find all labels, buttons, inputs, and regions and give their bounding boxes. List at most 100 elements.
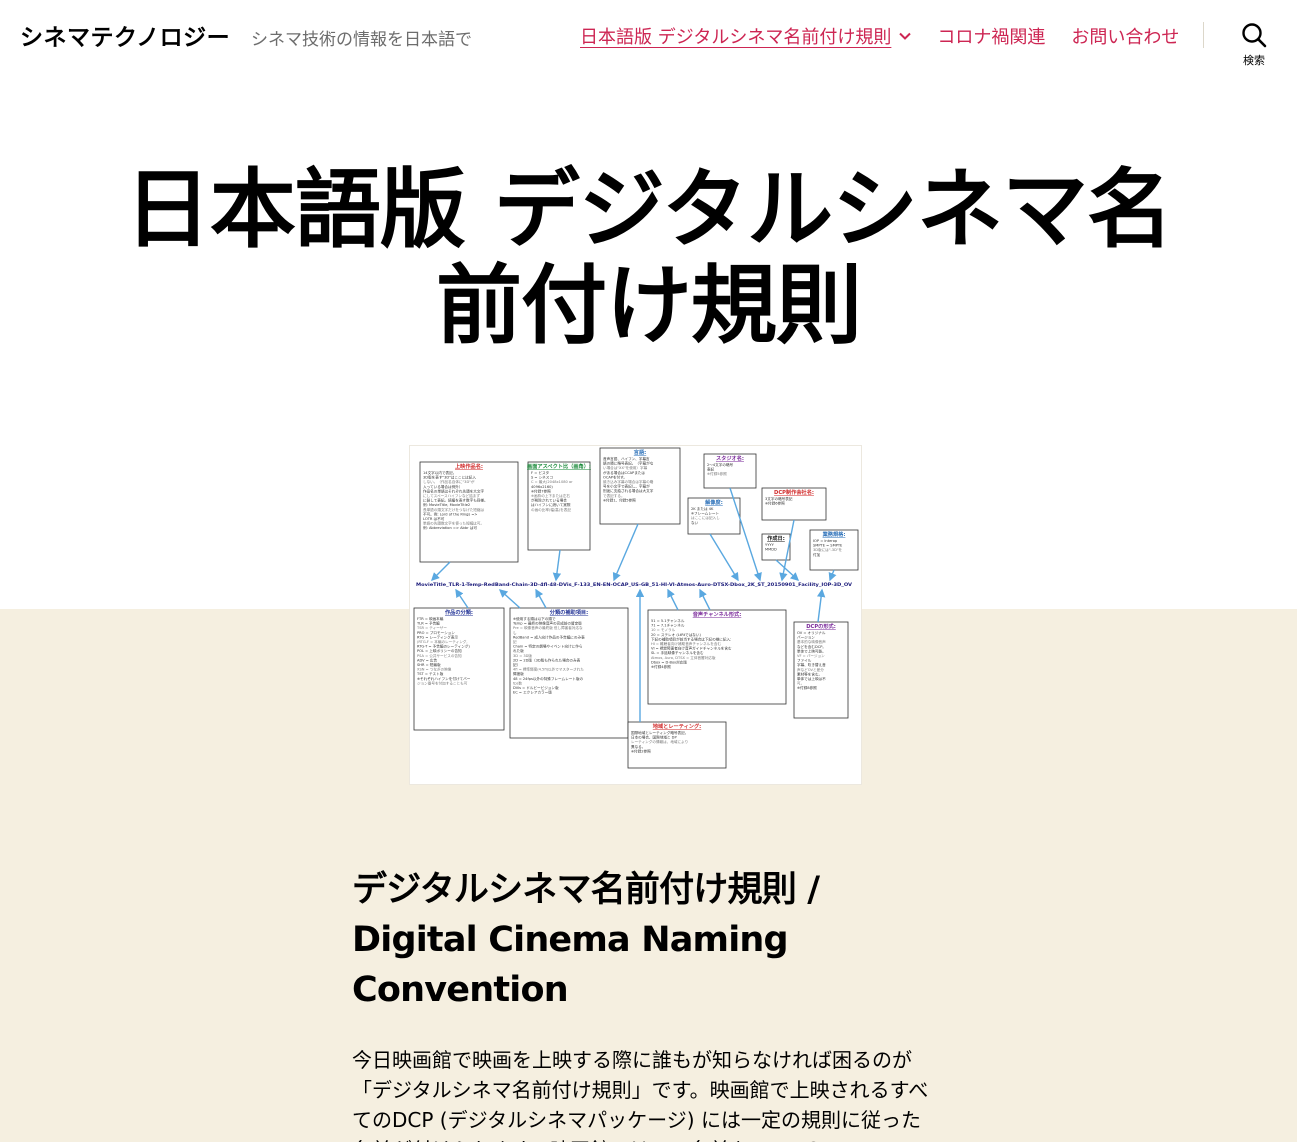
site-title-link[interactable]: シネマテクノロジー	[20, 18, 230, 52]
top-box-0-line: 14文字以内で表記。	[423, 470, 456, 475]
top-box-0-title: 上映作品名:	[455, 462, 483, 470]
top-box-0-line: しない。（作品名自体に"3D"が	[423, 479, 475, 484]
bottom-box-3-line: 単体で上映可能。	[797, 648, 826, 653]
bottom-box-3-line: 素材等を含む。	[797, 671, 822, 676]
top-box-1-line: ※付録7参照	[531, 488, 551, 493]
top-box-1-line: はハイフンに続いて実際	[531, 502, 571, 507]
bottom-box-0-line: XSN = つなぎの映像	[417, 667, 452, 672]
diagram-arrow	[612, 523, 639, 582]
top-box-7-line: IOP = Interop	[813, 539, 838, 543]
top-box-7-line: 3D版には"-3D"を	[813, 547, 842, 552]
top-box-2-line: がある場合はCCAPまたは	[603, 470, 645, 475]
content-heading: デジタルシネマ名前付け規則 / Digital Cinema Naming Co…	[352, 870, 820, 1011]
bottom-box-1-line: 輝度版	[513, 671, 524, 676]
search-toggle-button[interactable]: 検索	[1232, 22, 1276, 70]
menu-item-contact[interactable]: お問い合わせ	[1071, 23, 1179, 49]
bottom-box-0-line: ※それぞれハイフンを付けてバー	[417, 676, 471, 681]
top-box-3-line: 2〜4文字の略号	[707, 462, 734, 467]
bottom-box-2-line: 71 = 7.1チャンネル	[651, 623, 685, 628]
top-box-7-title: 業務規格:	[822, 530, 846, 538]
bottom-box-3-line: バージョン	[797, 636, 815, 640]
entry-content: デジタルシネマ名前付け規則 / Digital Cinema Naming Co…	[352, 865, 932, 1142]
bottom-box-2-line: 10 = モノラル	[651, 627, 676, 632]
top-box-0-line: LOTR は不可	[423, 516, 445, 521]
featured-image: 上映作品名: 14文字以内で表記。 3D版を表す"3D"はここには記入 しない。（作品…	[409, 445, 862, 785]
top-box-6-title: 作成日:	[767, 534, 785, 542]
top-box-6-line: MMDD	[765, 548, 777, 552]
top-box-4-line: はここには記入し	[691, 515, 720, 520]
top-box-4-line: 2K または 4K	[691, 506, 714, 511]
top-box-4-line: ※フレームレート	[691, 511, 719, 516]
bottom-box-0-line: FTR = 映画本編	[417, 616, 444, 621]
top-box-3-line: 表記	[707, 467, 715, 472]
bottom-box-2-title: 音声チャンネル形式:	[693, 610, 742, 618]
menu-item-naming-convention[interactable]: 日本語版 デジタルシネマ名前付け規則	[580, 23, 912, 49]
bottom-box-1-line: Temp = 最終の映像音声の完成前の暫定版	[512, 621, 582, 626]
bottom-box-2-line: 20 = ステレオ (LtRtではない)	[651, 632, 701, 637]
chevron-down-icon[interactable]	[899, 32, 912, 40]
diagram-arrow	[498, 589, 521, 609]
bottom-box-3-line: 基本的な映像音声	[797, 639, 826, 644]
top-box-1-title: 画面アスペクト比（画角）:	[527, 462, 591, 470]
top-box-0-line: 例: MovieTitle, MovieTitle2	[423, 502, 470, 507]
top-box-2-line: ※付録1、付録5参照	[603, 497, 636, 502]
bottom-box-1-line: 記	[513, 639, 517, 644]
bottom-box-0-line: TSR = ティーザー	[416, 625, 447, 630]
bottom-box-2-line: 下記の補助項目が該当する場合は下記の様に記入:	[651, 636, 731, 641]
bottom-box-2-line: 51 = 5.1チャンネル	[651, 618, 685, 623]
top-box-7-line: 付加	[813, 552, 821, 557]
header-divider	[1203, 22, 1204, 48]
bottom-box-3-line: VF = バージョン	[797, 654, 825, 658]
primary-menu: 日本語版 デジタルシネマ名前付け規則 コロナ禍関連 お問い合わせ	[580, 23, 1205, 49]
bottom-box-0-line: RTG = レーティング表示	[417, 634, 458, 639]
bottom-box-4-line: 異なる。	[631, 744, 645, 749]
bottom-box-0-title: 作品の分類:	[445, 608, 473, 616]
bottom-box-3-line: 字幕、吹き替え音	[797, 662, 826, 667]
top-box-0-line: に製して表記。続編を表す数字も同様。	[423, 498, 488, 503]
bottom-box-1-line: 記）	[513, 662, 520, 667]
diagram-arrow	[828, 569, 837, 582]
top-box-2-title: 言語:	[634, 448, 646, 456]
bottom-box-3-line: OV = オリジナル	[797, 630, 826, 635]
bottom-box-0-line: ADV = 広告	[417, 657, 438, 662]
bottom-box-1-line: 48 = 24fps以外の特殊フレームレート版の	[513, 676, 583, 681]
filename-line: MovieTitle_TLR-1-Temp-RedBand-Chain-3D-4…	[416, 582, 853, 588]
top-box-5-title: DCP制作会社名:	[774, 488, 814, 496]
top-box-0-line: 長単語の頭文字だけをつなげた短縮は	[423, 507, 484, 512]
content-paragraph: 今日映画館で映画を上映する際に誰もが知らなければ困るのが「デジタルシネマ名前付け…	[352, 1048, 929, 1142]
top-box-5-line: ※付録6参照	[765, 501, 785, 506]
bottom-box-0-line: SHR = 短編版	[417, 662, 441, 667]
bottom-box-1-line: DVis = ドルビービジョン版	[513, 685, 559, 690]
bottom-box-3-line: ファイル	[797, 658, 812, 663]
bottom-box-1-line: EC = エクレアカラー版	[513, 690, 552, 695]
bottom-box-3-line: ※付録8参照	[797, 685, 817, 690]
top-box-2-line: で表記する。	[603, 493, 625, 498]
top-box-2-line: 焼き込み字幕の場合は字幕の略	[603, 479, 654, 484]
top-box-0-line: 作品名の単語はそれぞれ先頭を大文字	[423, 488, 484, 493]
site-header: シネマテクノロジー シネマ技術の情報を日本語で 日本語版 デジタルシネマ名前付け…	[0, 0, 1297, 80]
top-box-2-line: OCAPを付す。	[603, 474, 627, 479]
bottom-box-0-line: TST = テスト版	[416, 671, 444, 676]
diagram-arrow	[552, 549, 562, 582]
bottom-box-1-line: 4fl = 標準輝度(4.5fl)以外でマスターされた	[513, 667, 584, 672]
top-box-1-line: の画の比率(幅/高)を表記	[531, 507, 571, 512]
bottom-box-2-line: ※付録4参照	[651, 664, 671, 669]
search-icon	[1242, 23, 1267, 48]
diagram-arrow	[775, 559, 800, 581]
bottom-box-2-line: HI = 難聴者向け補助音声チャンネルを含む	[651, 641, 721, 646]
diagram-arrow	[431, 561, 451, 581]
top-box-2-line: 語の順に略号表記。（字幕がな	[603, 461, 654, 466]
top-box-3-title: スタジオ名:	[716, 454, 744, 462]
bottom-box-2-line: Atmos, Auro, DTSX = 立体音響対応版	[651, 655, 716, 660]
bottom-box-1-line: し	[513, 630, 517, 635]
top-box-0-line: 単語の先頭数文字を使った短縮は可。	[423, 521, 484, 526]
top-box-2-line: 別途に支給される場合は大文字	[603, 488, 654, 493]
bottom-box-1-line: 2D = 2D版（3D版も作られた場合のみ表	[513, 657, 581, 662]
bottom-box-0-line: ジョン番号を付加することも可	[417, 680, 468, 685]
menu-item-covid[interactable]: コロナ禍関連	[937, 23, 1045, 49]
bottom-box-4-line: 国際地域とレーティング略号表記。	[631, 730, 688, 735]
top-box-0-line: 不可。例: Lord of the Rings =>	[423, 511, 477, 516]
bottom-box-0-line: TLR = 予告編	[416, 621, 440, 626]
bottom-box-2-line: Dbox = D-Box対応版	[651, 659, 687, 664]
top-box-3-line: ※付録5参照	[707, 471, 727, 476]
